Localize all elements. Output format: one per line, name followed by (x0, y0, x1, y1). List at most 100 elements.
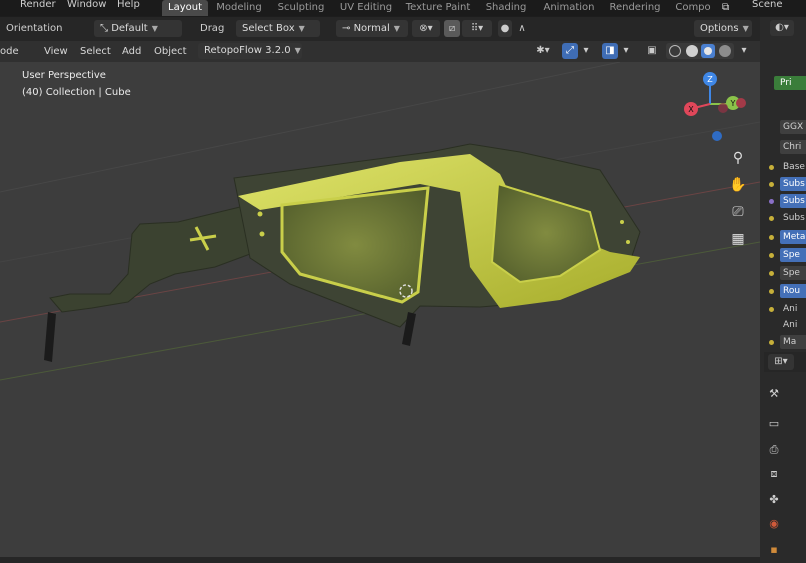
menu-add[interactable]: Add (122, 44, 141, 59)
material-sphere-icon (704, 47, 712, 55)
temple-arm (49, 206, 251, 313)
tab-texture-paint[interactable]: Texture Paint (402, 0, 474, 16)
rp-row-3[interactable]: Subs (780, 177, 806, 191)
overlay-toggle-icon[interactable]: ◨ (602, 43, 618, 59)
chevron-down-icon: ▼ (393, 24, 400, 33)
scene-icon[interactable]: ⧉ (722, 1, 740, 15)
status-bar (0, 557, 760, 563)
socket-dot (769, 289, 774, 294)
object-properties-icon[interactable]: ▪ (766, 542, 782, 558)
editor-type-icon[interactable]: ◐▾ (770, 20, 794, 36)
scene-properties-icon[interactable]: ✤ (766, 492, 782, 508)
rp-row-9[interactable]: Rou (780, 284, 806, 298)
gizmo-toggle-icon[interactable]: ⤢ (562, 43, 578, 59)
world-properties-icon[interactable]: ◉ (766, 516, 782, 532)
output-properties-icon[interactable]: ⎙ (766, 442, 782, 458)
pivot-icon: ⊸ (342, 23, 354, 34)
xray-icon[interactable]: ▣ (644, 43, 660, 59)
tab-animation[interactable]: Animation (538, 0, 600, 16)
tab-layout[interactable]: Layout (162, 0, 208, 16)
chevron-down-icon: ▼ (151, 24, 158, 33)
rp-row-8[interactable]: Spe (780, 266, 806, 280)
transform-pivot-icon[interactable]: ⊗▾ (412, 20, 440, 37)
socket-dot (769, 235, 774, 240)
menu-view[interactable]: View (44, 44, 68, 59)
menu-window[interactable]: Window (67, 0, 106, 13)
falloff-icon[interactable]: ∧ (514, 20, 530, 37)
socket-dot (769, 182, 774, 187)
rp-row-1[interactable]: Chri (780, 140, 806, 154)
tab-sculpting[interactable]: Sculpting (272, 0, 330, 16)
rp-row-2[interactable]: Base (780, 160, 806, 174)
rp-row-6[interactable]: Meta (780, 230, 806, 244)
chevron-down-icon[interactable]: ▾ (620, 43, 632, 59)
socket-dot (769, 253, 774, 258)
drag-label: Drag (200, 23, 225, 34)
retopoflow-dropdown[interactable]: RetopoFlow 3.2.0 ▼ (198, 43, 302, 59)
chevron-down-icon[interactable]: ▾ (580, 43, 592, 59)
gizmo-y-label: Y (730, 99, 736, 108)
wireframe-shading-icon[interactable] (669, 45, 681, 57)
render-properties-icon[interactable]: ▭ (766, 416, 782, 432)
socket-dot (769, 165, 774, 170)
principled-node-tab[interactable]: Pri (774, 76, 806, 90)
gizmo-x-label: X (688, 105, 694, 114)
tab-modeling[interactable]: Modeling (212, 0, 266, 16)
menu-select[interactable]: Select (80, 44, 111, 59)
hand-pan-icon[interactable]: ✋ (727, 174, 749, 196)
scene-label[interactable]: Scene (752, 0, 783, 13)
properties-editor-icon[interactable]: ⊞▾ (768, 354, 794, 370)
orientation-label: Orientation (6, 23, 63, 34)
orientation-dropdown[interactable]: ⤡ Default ▼ (94, 20, 182, 37)
camera-icon[interactable]: ⎚ (727, 201, 749, 223)
options-dropdown[interactable]: Options ▼ (694, 20, 752, 37)
chevron-down-icon: ▼ (294, 46, 301, 55)
gizmo-z-label: Z (707, 75, 713, 84)
visibility-icon[interactable]: ✱▾ (530, 43, 556, 59)
pivot-value: Normal (353, 23, 390, 34)
collection-label: (40) Collection | Cube (22, 87, 131, 98)
tab-shading[interactable]: Shading (480, 0, 532, 16)
drag-value: Select Box (242, 23, 295, 34)
shading-buttons (666, 43, 734, 59)
mode-dropdown[interactable]: ode (0, 44, 19, 59)
rivet (257, 211, 263, 217)
menu-object[interactable]: Object (154, 44, 187, 59)
grid-icon[interactable]: ▦ (727, 228, 749, 250)
socket-dot (769, 216, 774, 221)
snap-toggle-icon[interactable]: ⧄ (444, 20, 460, 37)
rivet (259, 231, 265, 237)
socket-dot (769, 340, 774, 345)
perspective-label: User Perspective (22, 70, 106, 81)
view-layer-icon[interactable]: ⧈ (766, 466, 782, 482)
rp-row-10[interactable]: Ani (780, 302, 806, 316)
rp-row-5[interactable]: Subs (780, 211, 806, 225)
menu-render[interactable]: Render (20, 0, 56, 13)
rp-row-4[interactable]: Subs (780, 194, 806, 208)
rp-row-11[interactable]: Ani (780, 318, 806, 332)
socket-dot (769, 307, 774, 312)
rp-row-7[interactable]: Spe (780, 248, 806, 262)
zoom-icon[interactable]: ⚲ (727, 147, 749, 169)
tab-uv-editing[interactable]: UV Editing (336, 0, 396, 16)
3d-viewport[interactable]: User Perspective (40) Collection | Cube … (0, 62, 760, 557)
options-label: Options (700, 23, 739, 34)
rivet (626, 240, 630, 244)
tool-settings-icon[interactable]: ⚒ (766, 386, 782, 402)
chevron-down-icon[interactable]: ▾ (738, 43, 750, 59)
tab-rendering[interactable]: Rendering (606, 0, 664, 16)
drag-dropdown[interactable]: Select Box ▼ (236, 20, 320, 37)
tab-compositing[interactable]: Compo (670, 0, 716, 16)
rivet (620, 220, 624, 224)
pivot-dropdown[interactable]: ⊸ Normal ▼ (336, 20, 408, 37)
proportional-edit-icon[interactable]: ● (498, 20, 512, 37)
menu-help[interactable]: Help (117, 0, 140, 13)
rp-row-12[interactable]: Ma (780, 335, 806, 349)
orientation-icon: ⤡ (100, 23, 112, 34)
rp-row-0[interactable]: GGX (780, 120, 806, 134)
snap-grid-icon[interactable]: ⠿▾ (462, 20, 492, 37)
rendered-shading-icon[interactable] (719, 45, 731, 57)
navigation-gizmo[interactable]: Z Y X (680, 68, 750, 148)
solid-shading-icon[interactable] (686, 45, 698, 57)
retopoflow-label: RetopoFlow 3.2.0 (204, 45, 291, 56)
